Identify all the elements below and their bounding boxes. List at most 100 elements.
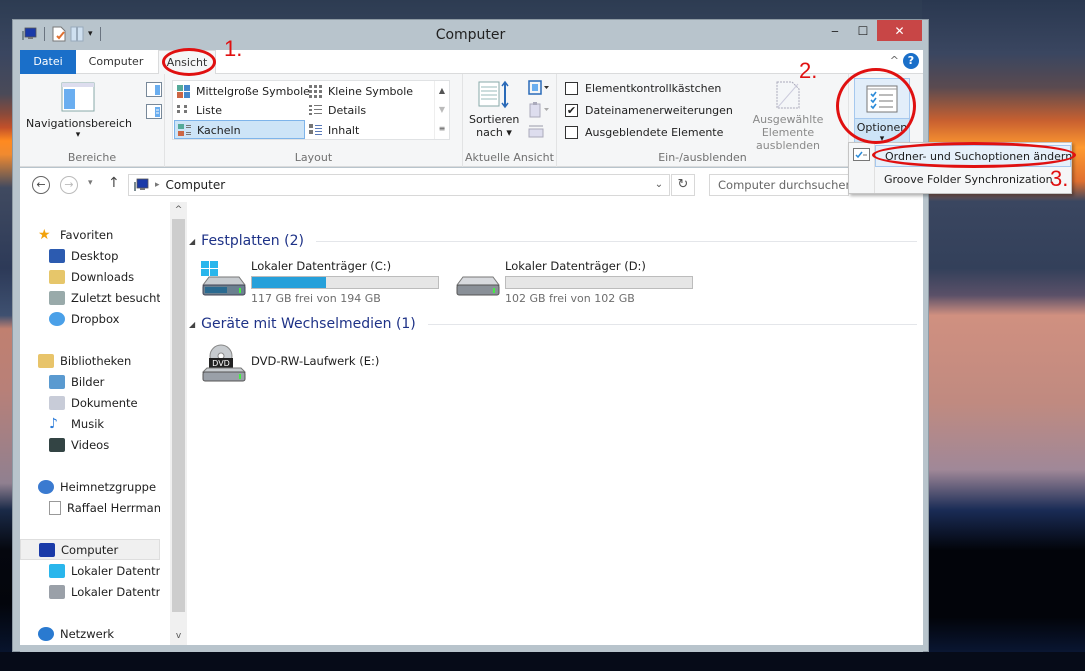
minimize-button[interactable]: ‒: [821, 20, 849, 41]
recent-locations-button[interactable]: ▾: [88, 178, 93, 188]
forward-button[interactable]: →: [60, 176, 78, 194]
tab-computer[interactable]: Computer: [76, 50, 156, 74]
nav-item-label: Favoriten: [60, 227, 114, 242]
group-by-icon[interactable]: [527, 80, 551, 96]
checkbox-label: Ausgeblendete Elemente: [585, 126, 724, 139]
chevron-down-icon: ▾: [75, 130, 81, 140]
annotation-step-1: 1.: [224, 36, 243, 61]
group-panes: Navigationsbereich ▾ Bereiche: [20, 74, 165, 167]
nav-item-label: Desktop: [71, 248, 119, 263]
sort-by-label-2: nach ▾: [476, 126, 512, 139]
refresh-button[interactable]: ↻: [671, 174, 695, 196]
nav-item-dokumente[interactable]: Dokumente: [20, 392, 160, 413]
drive-tile-d[interactable]: Lokaler Datenträger (D:) 102 GB frei von…: [453, 259, 703, 305]
group-label-show-hide: Ein-/ausblenden: [658, 151, 747, 164]
file-extensions-checkbox[interactable]: ✔: [565, 104, 578, 117]
layout-tiles[interactable]: Kacheln: [174, 120, 305, 139]
collapse-triangle-icon[interactable]: ◢: [189, 237, 195, 246]
navigation-pane-button[interactable]: Navigationsbereich ▾: [26, 80, 132, 144]
hidden-items-checkbox[interactable]: [565, 126, 578, 139]
nav-item-downloads[interactable]: Downloads: [20, 266, 160, 287]
address-input[interactable]: ▸ Computer ⌄: [128, 174, 670, 196]
checkbox-label: Dateinamenerweiterungen: [585, 104, 733, 117]
desktop-icon: [49, 248, 65, 263]
small-icons-icon: [309, 85, 322, 98]
ribbon-tabs: Datei Computer Ansicht ^ ?: [20, 50, 923, 75]
maximize-button[interactable]: ☐: [849, 20, 877, 41]
menu-item-groove-sync[interactable]: Groove Folder Synchronization: [875, 169, 1071, 191]
drive-tile-c[interactable]: Lokaler Datenträger (C:) 117 GB frei von…: [199, 259, 449, 305]
back-button[interactable]: ←: [32, 176, 50, 194]
nav-item-computer[interactable]: Computer: [20, 539, 160, 560]
nav-scrollbar[interactable]: ^ v: [170, 202, 187, 645]
collapse-triangle-icon[interactable]: ◢: [189, 320, 195, 329]
ribbon-collapse-icon[interactable]: ^: [890, 54, 899, 67]
layout-gallery: Mittelgroße Symbole Kleine Symbole Liste…: [172, 80, 450, 140]
scroll-thumb[interactable]: [172, 219, 185, 612]
group-header-removable[interactable]: ◢ Geräte mit Wechselmedien (1): [189, 316, 917, 332]
window-bottom-border: [20, 645, 923, 652]
help-icon[interactable]: ?: [903, 53, 919, 69]
layout-medium-icons[interactable]: Mittelgroße Symbole: [174, 82, 310, 101]
nav-item-label: Bilder: [71, 374, 105, 389]
nav-item-zuletzt-besucht[interactable]: Zuletzt besucht: [20, 287, 160, 308]
title-bar[interactable]: ▾ Computer ‒ ☐ ✕: [13, 20, 928, 50]
layout-details[interactable]: Details: [306, 101, 366, 120]
nav-item-label: Computer: [61, 542, 119, 557]
breadcrumb-computer[interactable]: Computer: [166, 178, 226, 192]
address-dropdown-icon[interactable]: ⌄: [649, 175, 669, 195]
tab-file[interactable]: Datei: [20, 50, 76, 74]
drive-icon: [49, 584, 65, 599]
nav-item-lokaler-datentr-ger-c[interactable]: Lokaler Datenträger (C:): [20, 560, 160, 581]
breadcrumb-separator[interactable]: ▸: [155, 180, 160, 190]
annotation-circle-folder-options: [872, 142, 1076, 168]
nav-item-musik[interactable]: ♪ Musik: [20, 413, 160, 434]
up-button[interactable]: ↑: [108, 175, 120, 191]
nav-item-bilder[interactable]: Bilder: [20, 371, 160, 392]
nav-item-heimnetzgruppe[interactable]: Heimnetzgruppe: [20, 476, 160, 497]
hide-selected-button[interactable]: Ausgewählte Elemente ausblenden: [729, 80, 847, 152]
sort-by-button[interactable]: Sortieren nach ▾: [469, 80, 519, 144]
nav-item-videos[interactable]: Videos: [20, 434, 160, 455]
item-checkboxes-checkbox[interactable]: [565, 82, 578, 95]
scroll-down-icon[interactable]: ▼: [435, 100, 449, 119]
drive-free-space: 117 GB frei von 194 GB: [251, 292, 381, 305]
nav-item-lokaler-datentr-ger-d[interactable]: Lokaler Datenträger (D:): [20, 581, 160, 602]
layout-list[interactable]: Liste: [174, 101, 222, 120]
recent-places-icon: [49, 290, 65, 305]
tiles-icon: [178, 124, 191, 136]
nav-item-raffael-herrmann[interactable]: Raffael Herrmann: [20, 497, 160, 518]
layout-gallery-scroll[interactable]: ▲ ▼ ≡: [434, 81, 449, 139]
dvd-drive-icon: DVD: [201, 344, 247, 382]
nav-item-desktop[interactable]: Desktop: [20, 245, 160, 266]
nav-item-bibliotheken[interactable]: Bibliotheken: [20, 350, 160, 371]
group-title: Geräte mit Wechselmedien (1): [201, 316, 416, 332]
expand-gallery-icon[interactable]: ≡: [435, 119, 449, 138]
item-checkboxes-toggle[interactable]: Elementkontrollkästchen: [565, 82, 721, 95]
hidden-items-toggle[interactable]: Ausgeblendete Elemente: [565, 126, 723, 139]
file-extensions-toggle[interactable]: ✔ Dateinamenerweiterungen: [565, 104, 733, 117]
layout-item-label: Kleine Symbole: [328, 85, 414, 98]
fit-columns-icon[interactable]: [527, 122, 551, 138]
search-input[interactable]: Computer durchsuchen: [709, 174, 849, 196]
layout-content[interactable]: Inhalt: [306, 121, 359, 140]
details-pane-icon[interactable]: [146, 104, 162, 119]
preview-pane-icon[interactable]: [146, 82, 162, 97]
nav-item-dropbox[interactable]: Dropbox: [20, 308, 160, 329]
scroll-up-arrow[interactable]: ^: [170, 202, 187, 219]
scroll-up-icon[interactable]: ▲: [435, 81, 449, 100]
checkbox-label: Elementkontrollkästchen: [585, 82, 722, 95]
layout-item-label: Kacheln: [197, 124, 241, 137]
nav-item-label: Netzwerk: [60, 626, 115, 641]
nav-item-netzwerk[interactable]: Netzwerk: [20, 623, 160, 644]
scroll-down-arrow[interactable]: v: [170, 628, 187, 645]
group-header-hard-drives[interactable]: ◢ Festplatten (2): [189, 233, 917, 249]
layout-small-icons[interactable]: Kleine Symbole: [306, 82, 413, 101]
close-button[interactable]: ✕: [877, 20, 922, 41]
add-columns-icon[interactable]: [527, 102, 551, 118]
drive-free-space: 102 GB frei von 102 GB: [505, 292, 635, 305]
drive-tile-e[interactable]: DVD DVD-RW-Laufwerk (E:): [199, 342, 449, 388]
group-label-panes: Bereiche: [67, 151, 117, 164]
drive-icon: [456, 276, 500, 296]
nav-item-favoriten[interactable]: ★ Favoriten: [20, 224, 160, 245]
